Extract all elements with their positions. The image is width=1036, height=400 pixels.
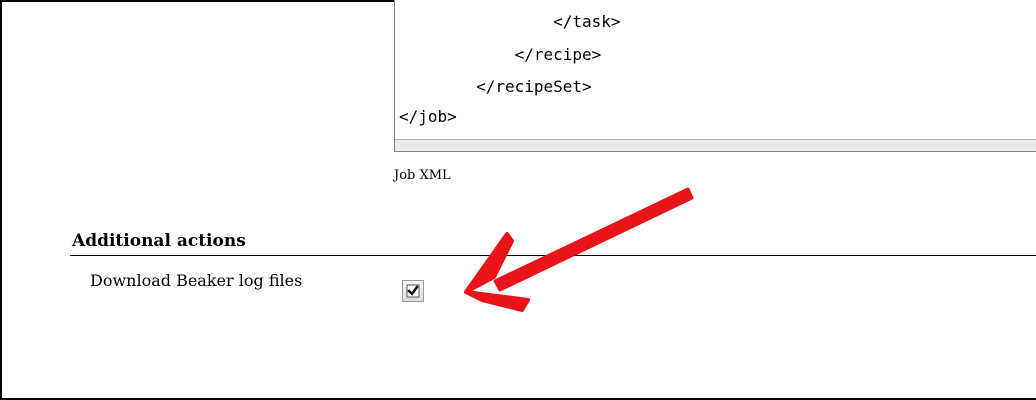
checkmark-icon xyxy=(406,284,420,298)
horizontal-scrollbar[interactable] xyxy=(395,139,1036,151)
xml-line-job-close: </job> xyxy=(399,107,457,126)
xml-line-recipeset-close: </recipeSet> xyxy=(399,77,592,96)
job-xml-label: Job XML xyxy=(394,168,451,183)
job-xml-textarea[interactable]: </task> </recipe> </recipeSet> </job> xyxy=(394,0,1036,152)
xml-line-recipe-close: </recipe> xyxy=(399,45,602,64)
xml-line-task-close: </task> xyxy=(399,12,621,31)
section-divider xyxy=(70,255,1036,256)
job-xml-content[interactable]: </task> </recipe> </recipeSet> </job> xyxy=(395,0,1036,138)
download-logs-label: Download Beaker log files xyxy=(90,271,303,290)
additional-actions-heading: Additional actions xyxy=(72,231,246,251)
download-logs-checkbox[interactable] xyxy=(402,280,424,302)
